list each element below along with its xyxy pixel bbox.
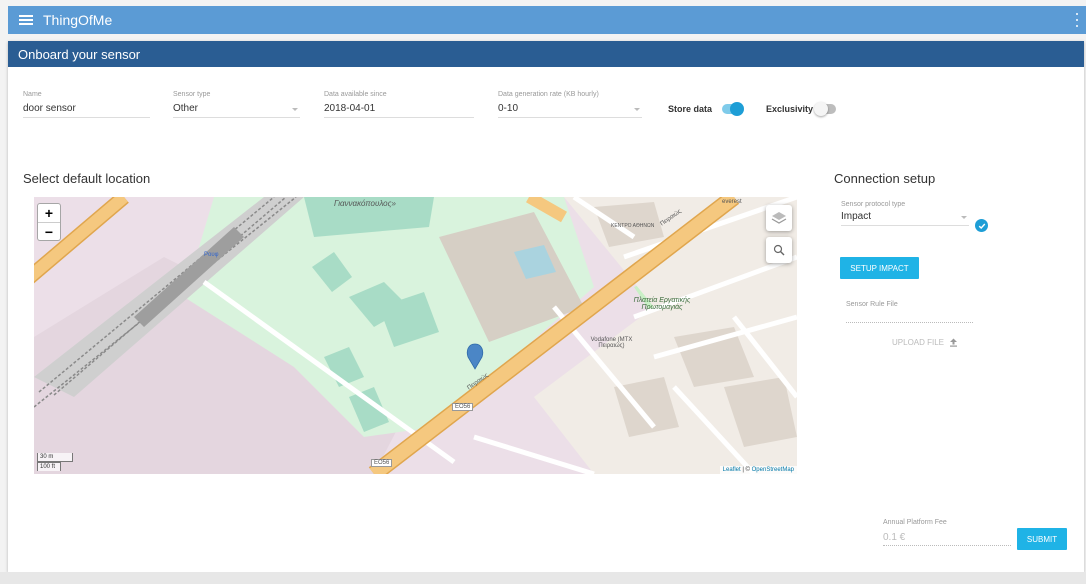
sensor-type-value: Other (173, 103, 199, 114)
sensor-type-label: Sensor type (173, 91, 211, 98)
map-label-kentro: ΚΕΝΤΡΟ ΑΘΗΝΩΝ (611, 223, 655, 229)
page-bottom (0, 572, 1086, 584)
layers-button[interactable] (766, 205, 792, 231)
upload-icon (950, 338, 958, 347)
map-label-everest: everest (722, 199, 742, 205)
layers-icon (771, 212, 787, 224)
platform-fee-value: 0.1 € (883, 532, 906, 543)
chevron-down-icon (634, 108, 640, 111)
platform-fee-field: Annual Platform Fee 0.1 € (883, 519, 1011, 546)
upload-file-label: UPLOAD FILE (892, 338, 945, 347)
location-map[interactable]: Γιαννακόπουλος» Ρουφ ΚΕΝΤΡΟ ΑΘΗΝΩΝ evere… (34, 197, 797, 474)
map-label-rouf: Ρουφ (204, 252, 219, 258)
setup-impact-button[interactable]: SETUP IMPACT (840, 257, 919, 279)
chevron-down-icon (292, 108, 298, 111)
connection-title: Connection setup (834, 171, 936, 186)
platform-fee-label: Annual Platform Fee (883, 519, 947, 526)
chevron-down-icon (961, 216, 967, 219)
map-attribution: Leaflet | © OpenStreetMap (719, 466, 797, 474)
name-field[interactable]: Name door sensor (23, 91, 150, 118)
card-header: Onboard your sensor (8, 41, 1084, 67)
generation-rate-label: Data generation rate (KB hourly) (498, 91, 599, 98)
sensor-type-select[interactable]: Sensor type Other (173, 91, 300, 118)
zoom-out-button[interactable]: − (38, 222, 60, 240)
check-icon (975, 219, 988, 232)
map-tiles[interactable] (34, 197, 797, 474)
app-bar: ThingOfMe (8, 6, 1086, 34)
protocol-label: Sensor protocol type (841, 201, 906, 208)
exclusivity-toggle[interactable] (814, 102, 836, 116)
map-label-road-1: EO56 (452, 403, 474, 411)
upload-file-button[interactable]: UPLOAD FILE (892, 338, 958, 347)
app-title: ThingOfMe (43, 12, 113, 28)
scale-meters: 30 m (37, 453, 73, 462)
page-title: Onboard your sensor (18, 46, 141, 62)
zoom-control: + − (37, 203, 61, 241)
data-since-input[interactable]: 2018-04-01 (324, 103, 474, 114)
map-search-button[interactable] (766, 237, 792, 263)
protocol-select[interactable]: Sensor protocol type Impact (841, 201, 969, 226)
name-label: Name (23, 91, 42, 98)
map-label-building: Γιαννακόπουλος» (334, 199, 396, 208)
location-title: Select default location (23, 171, 151, 186)
generation-rate-value: 0-10 (498, 103, 519, 114)
rule-file-label: Sensor Rule File (846, 301, 898, 308)
search-icon (773, 244, 785, 256)
scale-feet: 100 ft (37, 462, 61, 471)
name-input[interactable]: door sensor (23, 103, 150, 114)
onboard-card: Onboard your sensor Name door sensor Sen… (8, 41, 1084, 572)
more-options-icon[interactable] (1072, 13, 1082, 27)
map-label-vodafone: Vodafone (ΜΤΧ Πειραιώς) (590, 337, 633, 349)
rule-file-field[interactable]: Sensor Rule File (846, 301, 973, 323)
protocol-value: Impact (841, 211, 872, 222)
leaflet-link[interactable]: Leaflet (723, 467, 741, 473)
exclusivity-label: Exclusivity (766, 104, 814, 114)
store-data-label: Store data (668, 104, 713, 114)
data-since-label: Data available since (324, 91, 387, 98)
zoom-in-button[interactable]: + (38, 204, 60, 222)
map-scale: 30 m 100 ft (37, 453, 73, 471)
submit-button[interactable]: SUBMIT (1017, 528, 1067, 550)
osm-link[interactable]: OpenStreetMap (752, 467, 794, 473)
hamburger-menu-icon[interactable] (19, 15, 33, 25)
data-since-field[interactable]: Data available since 2018-04-01 (324, 91, 474, 118)
map-label-road-2: EO56 (371, 459, 393, 467)
generation-rate-select[interactable]: Data generation rate (KB hourly) 0-10 (498, 91, 642, 118)
store-data-toggle[interactable] (722, 102, 744, 116)
map-label-square: Πλατεία Εργατικής Πρωτομαγιάς (633, 297, 691, 311)
